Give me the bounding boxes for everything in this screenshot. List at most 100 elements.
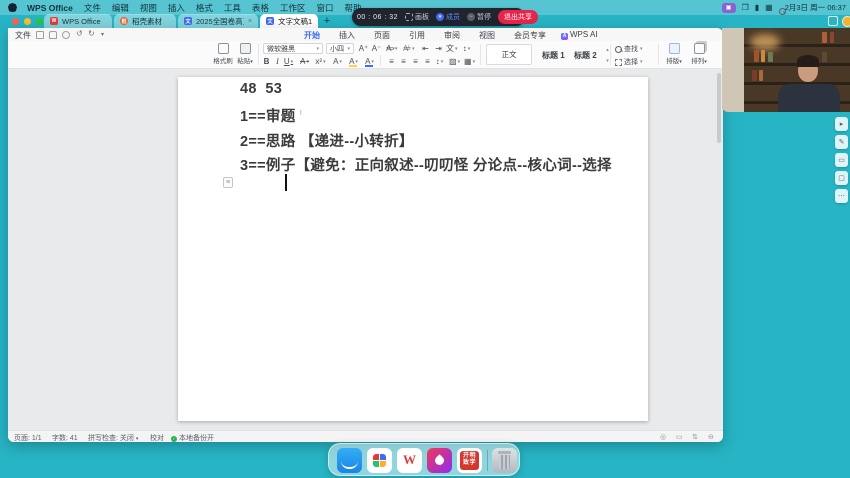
battery-status-icon[interactable]: ▮ <box>755 4 759 12</box>
more-tools-icon[interactable]: ⋯ <box>835 189 848 203</box>
tab-document-2025[interactable]: 文 2025全国卷高三 三阶教材… × <box>178 14 258 28</box>
shape-tool-icon[interactable]: ▢ <box>835 171 848 185</box>
proofread-button[interactable]: 校对 <box>150 433 164 442</box>
arrange-button[interactable]: 排列▾ <box>689 43 709 65</box>
wifi-status-icon[interactable]: ▦ <box>765 4 773 12</box>
tab-wps-home[interactable]: W WPS Office <box>44 14 112 28</box>
justify-icon[interactable]: ≡ <box>422 56 433 67</box>
account-avatar[interactable] <box>842 16 850 27</box>
menu-format[interactable]: 格式 <box>196 2 213 14</box>
local-backup-status[interactable]: ✓本地备份开 <box>171 433 214 442</box>
align-right-icon[interactable]: ≡ <box>410 56 421 67</box>
ribbon-tab-view[interactable]: 视图 <box>479 30 495 41</box>
menu-edit[interactable]: 编辑 <box>112 2 129 14</box>
finder-dock-icon[interactable] <box>337 448 362 473</box>
kaiming-zhixue-dock-icon[interactable]: 开明致学 <box>457 448 482 473</box>
menu-insert[interactable]: 插入 <box>168 2 185 14</box>
decrease-font-icon[interactable]: A⁻ <box>371 43 382 54</box>
bullet-list-icon[interactable]: ≔▾ <box>386 43 398 54</box>
style-normal[interactable]: 正文 <box>486 44 532 65</box>
style-heading1[interactable]: 标题 1 <box>542 50 565 61</box>
underline-button[interactable]: U▾ <box>283 56 294 67</box>
ribbon-tab-review[interactable]: 审阅 <box>444 30 460 41</box>
ribbon-tab-wps-ai[interactable]: AWPS AI <box>561 30 598 40</box>
menubar-clock[interactable]: 2月3日 周一 06:37 <box>785 2 846 13</box>
decrease-indent-icon[interactable]: ⇤ <box>420 43 431 54</box>
new-tab-button[interactable]: + <box>320 14 334 28</box>
tab-close-icon[interactable]: × <box>248 18 252 25</box>
italic-button[interactable]: I <box>272 56 283 67</box>
menu-tools[interactable]: 工具 <box>224 2 241 14</box>
document-page[interactable]: 48 53 1==审题 I 2==思路 【递进--小转折】 3==例子【避免：正… <box>178 77 648 421</box>
align-left-icon[interactable]: ≡ <box>386 56 397 67</box>
tab-overview-icon[interactable] <box>828 16 838 26</box>
style-heading2[interactable]: 标题 2 <box>574 50 597 61</box>
zoom-window-button[interactable] <box>36 18 43 25</box>
wps-writer-dock-icon[interactable]: W <box>397 448 422 473</box>
borders-icon[interactable]: ▦▾ <box>464 56 475 67</box>
apple-menu-icon[interactable] <box>8 3 17 12</box>
zoom-control-icon[interactable]: ⊖ <box>708 433 714 441</box>
print-preview-icon[interactable] <box>62 31 70 39</box>
paste-button[interactable]: 粘贴▾ <box>235 43 255 65</box>
wps-office-dock-icon[interactable] <box>367 448 392 473</box>
align-center-icon[interactable]: ≡ <box>398 56 409 67</box>
menu-table[interactable]: 表格 <box>252 2 269 14</box>
close-window-button[interactable] <box>12 18 19 25</box>
menu-view[interactable]: 视图 <box>140 2 157 14</box>
undo-icon[interactable]: ↺ <box>76 29 83 38</box>
typeset-button[interactable]: 排版▾ <box>664 43 684 65</box>
members-button[interactable]: ● 成员 <box>436 12 460 22</box>
paragraph-layout-icon[interactable]: ≡ <box>223 177 233 188</box>
increase-font-icon[interactable]: A⁺ <box>358 43 369 54</box>
pen-tool-icon[interactable]: ✎ <box>835 135 848 149</box>
menu-window[interactable]: 窗口 <box>316 2 333 14</box>
whiteboard-button[interactable]: 画板 <box>405 12 429 22</box>
menu-workspace[interactable]: 工作区 <box>280 2 306 14</box>
text-direction-icon[interactable]: ↕▾ <box>461 43 472 54</box>
display-status-icon[interactable]: ❐ <box>742 4 749 12</box>
save-icon[interactable] <box>36 31 44 39</box>
word-count[interactable]: 字数: 41 <box>52 433 78 442</box>
bold-button[interactable]: B <box>261 56 272 67</box>
tab-document-active[interactable]: 文 文字文稿1 <box>260 14 318 28</box>
cursor-tool-icon[interactable]: ▸ <box>835 117 848 131</box>
pause-share-button[interactable]: − 暂停 <box>467 12 491 22</box>
file-menu-button[interactable]: 文件 <box>15 30 31 41</box>
find-button[interactable]: 查找▾ <box>615 44 643 54</box>
char-shading-button[interactable]: A▾ <box>332 56 343 67</box>
font-size-select[interactable]: 小四▾ <box>326 43 354 54</box>
vertical-scrollbar[interactable] <box>717 73 721 143</box>
styles-scroll-up-icon[interactable]: ▴ <box>602 44 613 55</box>
highlight-button[interactable]: A▾ <box>348 56 359 67</box>
increase-indent-icon[interactable]: ⇥ <box>433 43 444 54</box>
font-color-button[interactable]: A▾ <box>364 56 375 67</box>
trash-dock-icon[interactable] <box>492 448 517 473</box>
spell-check-toggle[interactable]: 拼写检查: 关闭 ▾ <box>88 433 138 442</box>
ribbon-tab-member[interactable]: 会员专享 <box>514 30 546 41</box>
styles-scroll-down-icon[interactable]: ▾ <box>602 55 613 66</box>
eye-protect-mode-icon[interactable]: ◎ <box>660 433 666 441</box>
line-spacing-icon[interactable]: ↕▾ <box>434 56 445 67</box>
numbered-list-icon[interactable]: ≕▾ <box>403 43 415 54</box>
page-view-icon[interactable]: ▭ <box>676 433 683 441</box>
quick-access-more-icon[interactable]: ▾ <box>101 31 104 38</box>
superscript-button[interactable]: x²▾ <box>315 56 326 67</box>
select-button[interactable]: 选择▾ <box>615 57 643 67</box>
eraser-tool-icon[interactable]: ▭ <box>835 153 848 167</box>
screen-record-indicator-icon[interactable]: ▣ <box>722 3 736 13</box>
phonetic-guide-icon[interactable]: 文▾ <box>446 43 458 54</box>
ribbon-tab-page[interactable]: 页面 <box>374 30 390 41</box>
menu-file[interactable]: 文件 <box>84 2 101 14</box>
redo-icon[interactable]: ↻ <box>88 29 95 38</box>
menubar-app-name[interactable]: WPS Office <box>27 3 73 13</box>
strikethrough-button[interactable]: A▾ <box>299 56 310 67</box>
ribbon-tab-reference[interactable]: 引用 <box>409 30 425 41</box>
print-icon[interactable] <box>49 31 57 39</box>
minimize-window-button[interactable] <box>24 18 31 25</box>
tab-docer-templates[interactable]: 稻 稻壳素材 <box>114 14 176 28</box>
pen-app-dock-icon[interactable] <box>427 448 452 473</box>
fit-page-icon[interactable]: ⇅ <box>692 433 698 441</box>
exit-share-button[interactable]: 退出共享 <box>498 10 538 24</box>
font-family-select[interactable]: 微软雅黑▾ <box>263 43 323 54</box>
